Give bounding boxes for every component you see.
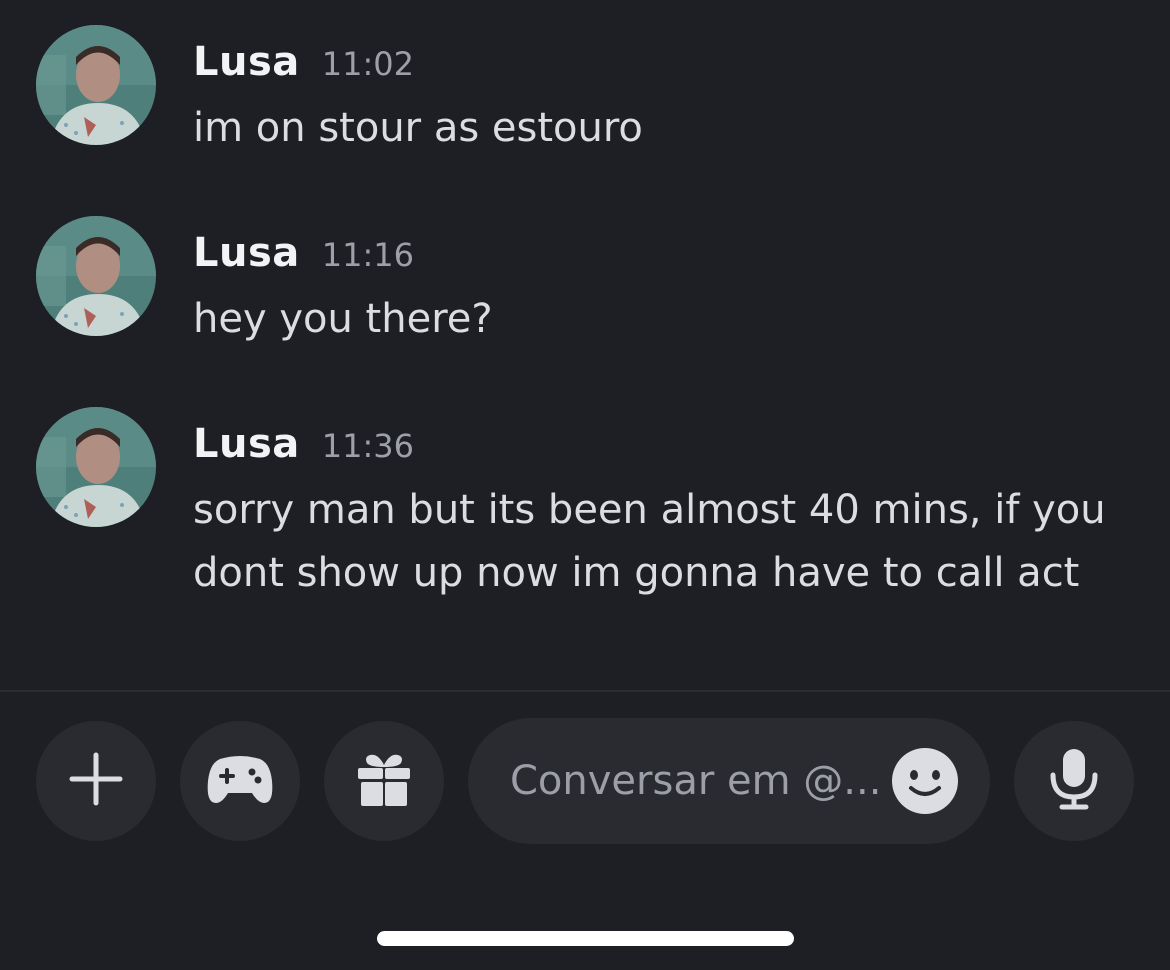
- avatar[interactable]: [36, 25, 156, 145]
- emoji-icon: [892, 748, 958, 818]
- emoji-button[interactable]: [892, 748, 958, 814]
- author-name[interactable]: Lusa: [193, 230, 300, 276]
- avatar[interactable]: [36, 216, 156, 336]
- timestamp: 11:16: [321, 236, 414, 274]
- timestamp: 11:02: [321, 45, 414, 83]
- message-item: Lusa 11:16 hey you there?: [36, 216, 1136, 346]
- message-text: im on stour as estouro: [193, 105, 643, 151]
- activities-button[interactable]: [180, 721, 300, 841]
- gamepad-icon: [206, 751, 274, 811]
- message-text: hey you there?: [193, 296, 493, 342]
- message-text: sorry man but its been almost 40 mins, i…: [193, 487, 1106, 596]
- author-name[interactable]: Lusa: [193, 39, 300, 85]
- add-attachment-button[interactable]: [36, 721, 156, 841]
- message-header: Lusa 11:36: [193, 421, 414, 467]
- message-header: Lusa 11:02: [193, 39, 414, 85]
- composer-divider: [0, 690, 1170, 692]
- message-input[interactable]: Conversar em @...: [468, 718, 990, 844]
- gift-button[interactable]: [324, 721, 444, 841]
- message-input-placeholder: Conversar em @...: [510, 758, 882, 804]
- message-item: Lusa 11:36 sorry man but its been almost …: [36, 407, 1136, 607]
- voice-message-button[interactable]: [1014, 721, 1134, 841]
- plus-icon: [66, 749, 126, 813]
- gift-icon: [354, 749, 414, 813]
- timestamp: 11:36: [321, 427, 414, 465]
- message-header: Lusa 11:16: [193, 230, 414, 276]
- avatar[interactable]: [36, 407, 156, 527]
- message-item: Lusa 11:02 im on stour as estouro: [36, 25, 1136, 155]
- microphone-icon: [1044, 747, 1104, 815]
- chat-screen: Lusa 11:02 im on stour as estouro Lusa 11:…: [0, 0, 1170, 970]
- author-name[interactable]: Lusa: [193, 421, 300, 467]
- home-indicator[interactable]: [377, 931, 794, 946]
